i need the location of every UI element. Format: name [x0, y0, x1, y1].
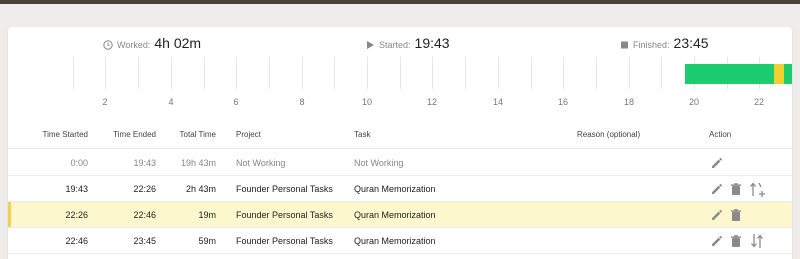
edit-icon[interactable]: [710, 208, 724, 222]
table-row[interactable]: 22:46 23:45 59m Founder Personal Tasks Quran…: [8, 228, 792, 254]
timeline-gridline: [596, 57, 597, 89]
header-project: Project: [236, 130, 261, 139]
cell-time-started: 19:43: [65, 184, 88, 194]
table-header: Time Started Time Ended Total Time Proje…: [8, 123, 792, 149]
timeline-tick-label: 16: [557, 97, 569, 107]
cell-task: Quran Memorization: [354, 236, 436, 246]
finished-value: 23:45: [673, 35, 709, 51]
split-up-icon[interactable]: [749, 180, 765, 198]
cell-time-started: 22:46: [65, 236, 88, 246]
started-value: 19:43: [414, 35, 450, 51]
header-task: Task: [354, 130, 371, 139]
worked-label: Worked:: [117, 40, 151, 50]
cell-total-time: 59m: [198, 236, 216, 246]
timeline-gridline: [465, 57, 466, 89]
timeline-segment[interactable]: [773, 64, 785, 84]
edit-icon[interactable]: [710, 156, 724, 170]
cell-project: Founder Personal Tasks: [236, 210, 333, 220]
table-row[interactable]: 19:43 22:26 2h 43m Founder Personal Tasks Qu…: [8, 176, 792, 202]
timeline-tick-label: 12: [426, 97, 438, 107]
started-label: Started:: [379, 40, 411, 50]
timeline-gridline: [269, 57, 270, 89]
cell-time-ended: 22:26: [133, 184, 156, 194]
cell-total-time: 2h 43m: [185, 184, 216, 194]
timeline-gridline: [661, 57, 662, 89]
timeline-segment[interactable]: [784, 64, 792, 84]
timeline-tick-label: 4: [168, 97, 174, 107]
header-time-ended: Time Ended: [113, 130, 156, 139]
trash-icon[interactable]: [729, 234, 743, 248]
split-down-icon[interactable]: [749, 232, 765, 250]
cell-task: Not Working: [354, 158, 404, 168]
cell-time-ended: 23:45: [133, 236, 156, 246]
finished-label: Finished:: [633, 40, 670, 50]
timeline-gridline: [302, 57, 303, 89]
timeline-gridline: [204, 57, 205, 89]
timeline-gridline: [531, 57, 532, 89]
header-time-started: Time Started: [42, 130, 89, 139]
table-row[interactable]: 0:00 19:43 19h 43m Not Working Not Working: [8, 150, 792, 176]
edit-icon[interactable]: [710, 234, 724, 248]
timeline-tick-label: 2: [102, 97, 108, 107]
timeline-gridline: [563, 57, 564, 89]
started-stat: Started: 19:43: [366, 35, 450, 53]
timeline-tick-label: 20: [688, 97, 700, 107]
cell-time-started: 22:26: [65, 210, 88, 220]
timeline-gridline: [498, 57, 499, 89]
cell-task: Quran Memorization: [354, 184, 436, 194]
timeline-gridline: [73, 57, 74, 89]
timeline-gridline: [334, 57, 335, 89]
timeline-gridline: [432, 57, 433, 89]
timeline-tick-label: 22: [753, 97, 765, 107]
edit-icon[interactable]: [710, 182, 724, 196]
trash-icon[interactable]: [729, 208, 743, 222]
trash-icon[interactable]: [729, 182, 743, 196]
cell-task: Quran Memorization: [354, 210, 436, 220]
timeline-tick-label: 8: [299, 97, 305, 107]
cell-project: Not Working: [236, 158, 286, 168]
timeline-gridline: [236, 57, 237, 89]
header-reason: Reason (optional): [577, 130, 641, 139]
cell-total-time: 19m: [198, 210, 216, 220]
top-bar: [0, 0, 800, 4]
timeline-tick-label: 6: [233, 97, 239, 107]
timeline-gridline: [629, 57, 630, 89]
header-action: Action: [709, 130, 732, 139]
cell-project: Founder Personal Tasks: [236, 184, 333, 194]
timeline-gridline: [367, 57, 368, 89]
cell-time-started: 0:00: [70, 158, 88, 168]
finished-stat: Finished: 23:45: [620, 35, 709, 53]
day-timeline: 2 4 6 8 10 12 14 16 18 20 22: [8, 53, 792, 115]
timeline-tick-label: 14: [492, 97, 504, 107]
timeline-tick-label: 10: [361, 97, 373, 107]
table-row[interactable]: 22:26 22:46 19m Founder Personal Tasks Quran…: [8, 202, 792, 228]
day-summary: Worked: 4h 02m Started: 19:43 Finished: …: [8, 35, 792, 53]
worked-stat: Worked: 4h 02m: [103, 35, 201, 53]
cell-time-ended: 22:46: [133, 210, 156, 220]
header-total-time: Total Time: [179, 130, 216, 139]
timeline-tick-label: 18: [623, 97, 635, 107]
worked-value: 4h 02m: [154, 35, 202, 51]
day-card: Worked: 4h 02m Started: 19:43 Finished: …: [8, 27, 792, 259]
timeline-gridline: [138, 57, 139, 89]
cell-project: Founder Personal Tasks: [236, 236, 333, 246]
timeline-gridline: [105, 57, 106, 89]
timeline-gridline: [400, 57, 401, 89]
timeline-gridline: [171, 57, 172, 89]
cell-time-ended: 19:43: [133, 158, 156, 168]
timeline-segment[interactable]: [684, 64, 774, 84]
cell-total-time: 19h 43m: [180, 158, 216, 168]
